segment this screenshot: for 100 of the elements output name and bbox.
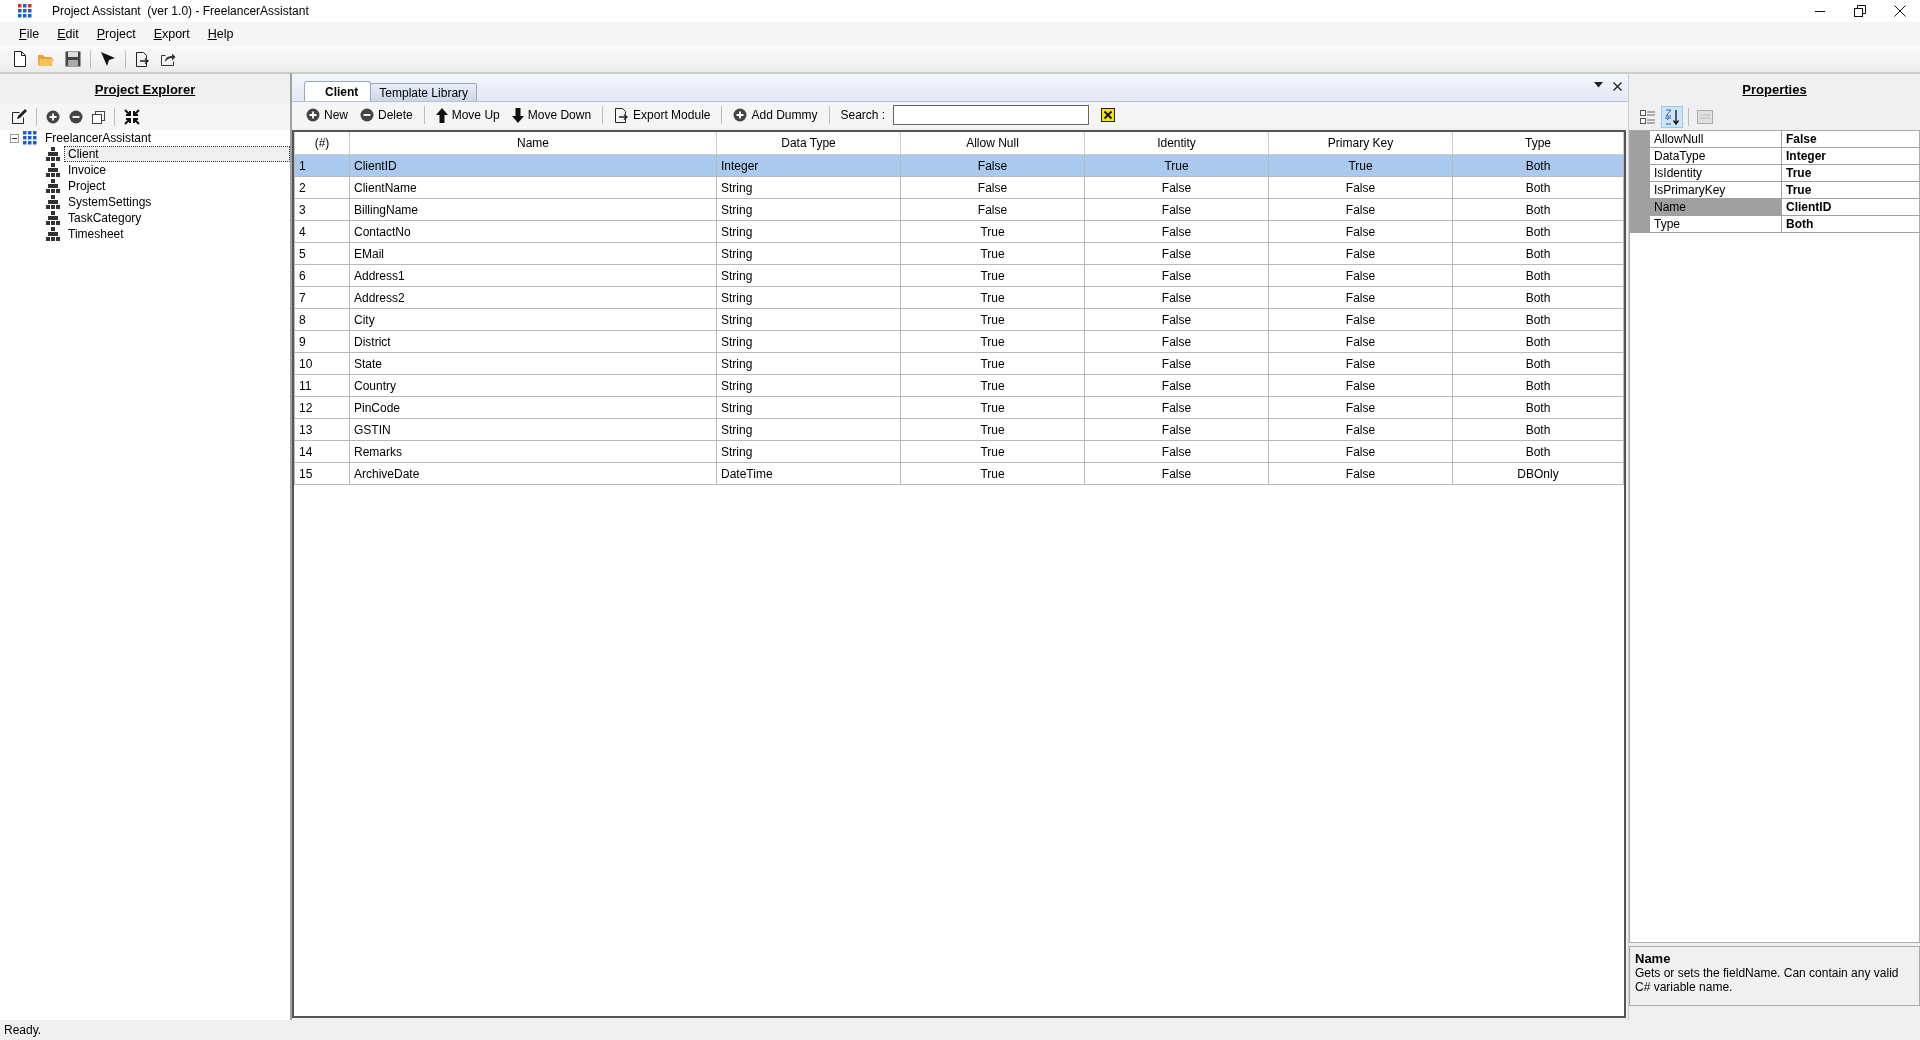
property-name[interactable]: Name [1650, 199, 1782, 216]
blocks-icon [46, 147, 60, 161]
toolbar-button[interactable]: Export Module [610, 105, 715, 125]
tree-item[interactable]: SystemSettings [64, 194, 156, 210]
column-header[interactable]: Allow Null [900, 132, 1085, 155]
property-value[interactable]: False [1782, 131, 1919, 148]
table-cell: False [1268, 242, 1453, 265]
property-value[interactable]: True [1782, 165, 1919, 182]
tree-item[interactable]: TaskCategory [64, 210, 146, 226]
row-number: 14 [294, 440, 350, 463]
tree-item[interactable]: Invoice [64, 162, 111, 178]
blocks-icon [46, 163, 60, 177]
table-cell: False [1268, 220, 1453, 243]
table-cell: String [716, 220, 901, 243]
copy-button[interactable] [89, 108, 108, 126]
toolbar-button[interactable]: Delete [356, 106, 417, 124]
table-cell: True [900, 220, 1085, 243]
toolbar-button[interactable]: Add Dummy [729, 106, 822, 124]
help-title: Name [1635, 951, 1672, 966]
table-cell: Both [1452, 220, 1624, 243]
row-number: 8 [294, 308, 350, 331]
property-name[interactable]: IsIdentity [1650, 165, 1782, 182]
table-cell: False [1084, 462, 1269, 485]
table-cell: String [716, 396, 901, 419]
tree-item[interactable]: Client [64, 146, 290, 162]
table-cell: Both [1452, 352, 1624, 375]
property-name[interactable]: AllowNull [1650, 131, 1782, 148]
status-text: Ready. [4, 1023, 42, 1037]
menu-item[interactable]: Help [198, 25, 243, 43]
dropdown-icon[interactable] [1594, 82, 1603, 88]
table-cell: Country [349, 374, 717, 397]
clear-search-icon[interactable] [1101, 108, 1116, 122]
table-cell: False [1268, 396, 1453, 419]
property-value[interactable]: ClientID [1782, 199, 1919, 216]
table-cell: Address2 [349, 286, 717, 309]
table-cell: True [900, 396, 1085, 419]
row-number: 6 [294, 264, 350, 287]
table-cell: False [1084, 242, 1269, 265]
copy-icon [92, 110, 105, 124]
table-cell: DateTime [716, 462, 901, 485]
export-document-icon [614, 107, 630, 123]
tab[interactable]: Template Library [370, 83, 478, 101]
property-value[interactable]: True [1782, 182, 1919, 199]
property-name[interactable]: DataType [1650, 148, 1782, 165]
close-icon[interactable] [1613, 82, 1622, 91]
table-cell: False [1268, 330, 1453, 353]
table-cell: False [1268, 418, 1453, 441]
table-cell: String [716, 440, 901, 463]
table-cell: False [900, 176, 1085, 199]
toolbar-button[interactable]: Move Up [431, 105, 504, 125]
export-icon [135, 51, 150, 67]
edit-icon [11, 109, 27, 125]
remove-icon [69, 110, 83, 124]
toolbar-button[interactable]: New [302, 106, 352, 124]
alphabetical-button[interactable] [1661, 106, 1683, 128]
tree-item[interactable]: Timesheet [64, 226, 128, 242]
column-header[interactable]: Data Type [716, 132, 901, 155]
menu-item[interactable]: Project [87, 25, 145, 43]
table-cell: Both [1452, 198, 1624, 221]
table-cell: PinCode [349, 396, 717, 419]
toolbar-button[interactable]: Move Down [507, 105, 596, 125]
table-cell: ClientName [349, 176, 717, 199]
row-number: 1 [294, 154, 350, 177]
tree-item[interactable]: Project [64, 178, 110, 194]
search-field[interactable] [893, 105, 1090, 125]
property-value[interactable]: Both [1782, 216, 1919, 233]
menu-item[interactable]: File [10, 25, 49, 43]
collapse-toggle-icon[interactable] [10, 133, 19, 143]
column-header[interactable]: Identity [1084, 132, 1269, 155]
blocks-icon [46, 179, 60, 193]
table-cell: Both [1452, 264, 1624, 287]
table-cell: Both [1452, 242, 1624, 265]
row-number: 12 [294, 396, 350, 419]
column-header[interactable]: Primary Key [1268, 132, 1453, 155]
row-number: 3 [294, 198, 350, 221]
table-cell: False [900, 198, 1085, 221]
table-cell: False [1268, 198, 1453, 221]
table-cell: False [1268, 176, 1453, 199]
row-number: 13 [294, 418, 350, 441]
row-number: 7 [294, 286, 350, 309]
property-value[interactable]: Integer [1782, 148, 1919, 165]
table-cell: ContactNo [349, 220, 717, 243]
menu-item[interactable]: Edit [48, 25, 88, 43]
table-cell: True [900, 242, 1085, 265]
plus-circle-icon [306, 108, 320, 122]
column-header[interactable]: Name [349, 132, 717, 155]
property-name[interactable]: Type [1650, 216, 1782, 233]
menu-item[interactable]: Export [144, 25, 199, 43]
table-cell: ArchiveDate [349, 462, 717, 485]
column-header[interactable]: Type [1452, 132, 1624, 155]
column-header[interactable]: (#) [294, 132, 350, 155]
collapse-all-button[interactable] [121, 107, 143, 127]
tree-item[interactable]: FreelancerAssistant [41, 130, 156, 146]
table-cell: False [1084, 374, 1269, 397]
tab[interactable]: Client [304, 81, 372, 101]
restore-icon[interactable] [1854, 5, 1866, 17]
close-icon[interactable] [1894, 5, 1906, 17]
table-cell: Both [1452, 330, 1624, 353]
table-cell: True [900, 264, 1085, 287]
table-cell: String [716, 198, 901, 221]
